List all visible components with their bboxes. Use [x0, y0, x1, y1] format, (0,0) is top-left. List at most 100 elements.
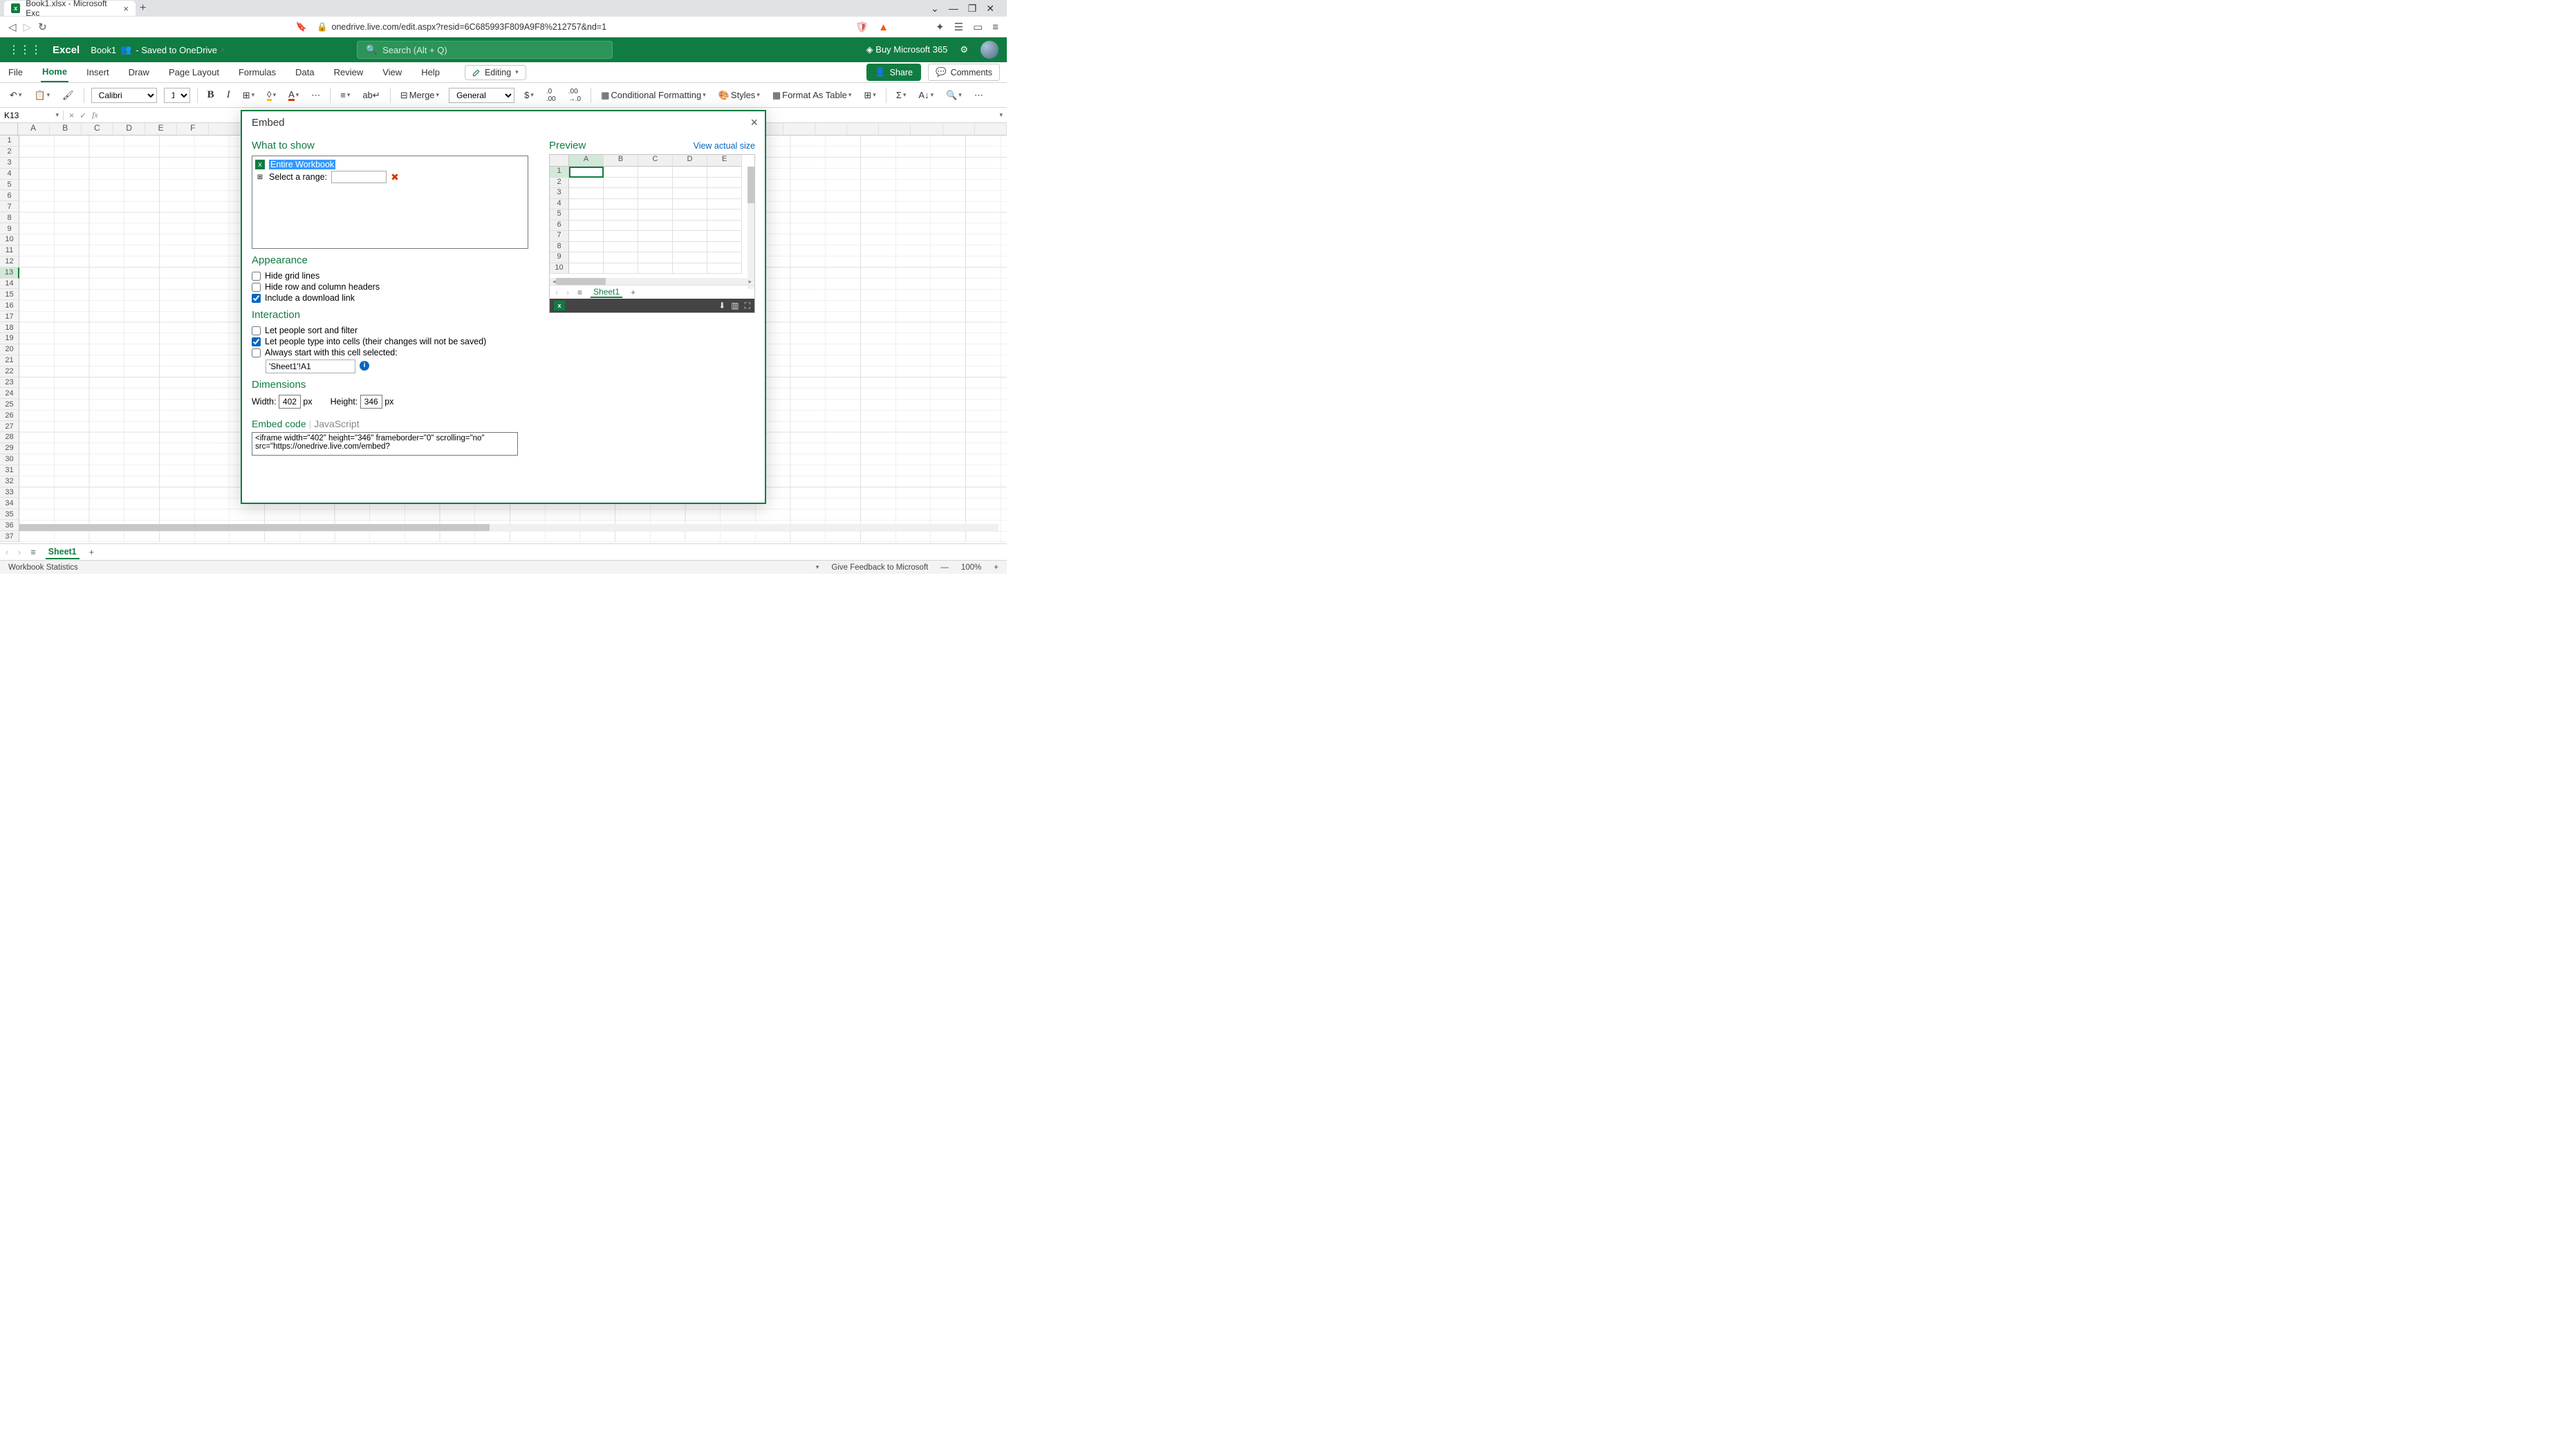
preview-sheet-tab[interactable]: Sheet1	[591, 287, 622, 298]
file-breadcrumb[interactable]: Book1 👥 - Saved to OneDrive ▾	[91, 44, 224, 55]
select-range-option[interactable]: ⊞ Select a range: ✖	[255, 170, 525, 184]
merge-button[interactable]: ⊟ Merge ▾	[398, 88, 442, 102]
row-header[interactable]: 37	[0, 531, 19, 542]
tab-review[interactable]: Review	[333, 63, 365, 82]
row-header[interactable]: 21	[0, 355, 19, 366]
row-header[interactable]: 11	[0, 245, 19, 256]
tab-close-icon[interactable]: ×	[123, 3, 129, 14]
row-header[interactable]: 20	[0, 344, 19, 355]
preview-hscrollbar[interactable]: ◂▸	[550, 278, 754, 285]
row-header[interactable]: 16	[0, 300, 19, 311]
name-box[interactable]: K13 ▾	[0, 111, 64, 120]
bold-button[interactable]: B	[205, 88, 217, 102]
row-header[interactable]: 24	[0, 388, 19, 399]
row-header[interactable]: 7	[0, 201, 19, 212]
more-toolbar-icon[interactable]: ⋯	[972, 88, 986, 102]
decrease-decimal-button[interactable]: .00→.0	[566, 86, 584, 104]
find-button[interactable]: 🔍▾	[943, 88, 965, 102]
include-download-checkbox[interactable]: Include a download link	[252, 292, 528, 304]
zoom-out-icon[interactable]: —	[940, 563, 949, 572]
select-all-corner[interactable]	[0, 123, 18, 135]
type-into-cells-checkbox[interactable]: Let people type into cells (their change…	[252, 336, 528, 347]
height-input[interactable]	[360, 395, 382, 409]
bookmark-icon[interactable]: 🔖	[296, 21, 307, 32]
minimize-icon[interactable]: —	[949, 3, 958, 15]
row-header[interactable]: 8	[0, 212, 19, 223]
next-sheet-icon[interactable]: ›	[18, 548, 21, 557]
app-launcher-icon[interactable]: ⋮⋮⋮	[8, 43, 41, 57]
browser-tab[interactable]: x Book1.xlsx - Microsoft Exc ×	[4, 1, 136, 16]
entire-workbook-option[interactable]: x Entire Workbook	[255, 159, 525, 170]
hide-gridlines-checkbox[interactable]: Hide grid lines	[252, 270, 528, 281]
preview-vscrollbar[interactable]	[748, 167, 754, 289]
tab-file[interactable]: File	[7, 63, 24, 82]
width-input[interactable]	[279, 395, 301, 409]
back-icon[interactable]: ◁	[8, 21, 17, 33]
status-menu-icon[interactable]: ▾	[816, 563, 819, 571]
tab-home[interactable]: Home	[41, 62, 68, 82]
increase-decimal-button[interactable]: .0.00	[544, 86, 559, 104]
row-header[interactable]: 4	[0, 169, 19, 180]
start-cell-input[interactable]	[266, 360, 355, 373]
workbook-statistics-button[interactable]: Workbook Statistics	[8, 563, 78, 572]
preview-next-icon[interactable]: ›	[566, 288, 569, 297]
row-header[interactable]: 26	[0, 410, 19, 421]
row-header[interactable]: 2	[0, 147, 19, 158]
column-header[interactable]: A	[18, 123, 50, 135]
autosum-button[interactable]: Σ▾	[893, 88, 909, 102]
comments-button[interactable]: 💬 Comments	[928, 64, 1000, 81]
row-header[interactable]: 33	[0, 487, 19, 498]
row-header[interactable]: 17	[0, 311, 19, 322]
brave-icon[interactable]: ▲	[878, 21, 889, 33]
border-button[interactable]: ⊞▾	[240, 88, 257, 102]
tab-formulas[interactable]: Formulas	[237, 63, 277, 82]
paste-button[interactable]: 📋▾	[31, 88, 53, 102]
currency-button[interactable]: $▾	[521, 88, 537, 102]
extensions-icon[interactable]: ✦	[936, 21, 945, 33]
forward-icon[interactable]: ▷	[24, 21, 32, 33]
row-header[interactable]: 13	[0, 268, 19, 279]
row-header[interactable]: 19	[0, 333, 19, 344]
number-format-select[interactable]: General	[449, 88, 514, 103]
insert-cells-button[interactable]: ⊞▾	[861, 88, 878, 102]
maximize-icon[interactable]: ❐	[968, 3, 977, 15]
close-window-icon[interactable]: ✕	[986, 3, 994, 15]
sheet-tab[interactable]: Sheet1	[46, 545, 80, 559]
preview-add-sheet-icon[interactable]: +	[631, 288, 635, 297]
row-header[interactable]: 22	[0, 366, 19, 377]
all-sheets-icon[interactable]: ≡	[30, 548, 35, 557]
column-header[interactable]	[209, 123, 241, 135]
info-icon[interactable]: i	[360, 361, 369, 371]
row-header[interactable]: 5	[0, 180, 19, 191]
row-header[interactable]: 18	[0, 322, 19, 333]
menu-icon[interactable]: ≡	[992, 21, 999, 33]
column-header[interactable]: F	[177, 123, 209, 135]
what-to-show-listbox[interactable]: x Entire Workbook ⊞ Select a range: ✖	[252, 156, 528, 249]
always-start-cell-checkbox[interactable]: Always start with this cell selected:	[252, 347, 528, 358]
feedback-link[interactable]: Give Feedback to Microsoft	[831, 563, 928, 572]
fill-color-button[interactable]: ◊▾	[264, 88, 279, 102]
row-header[interactable]: 30	[0, 454, 19, 465]
styles-button[interactable]: 🎨 Styles ▾	[716, 88, 763, 102]
new-tab-button[interactable]: +	[140, 2, 146, 15]
row-header[interactable]: 27	[0, 421, 19, 432]
row-header[interactable]: 32	[0, 476, 19, 487]
dialog-close-icon[interactable]: ×	[750, 115, 758, 130]
preview-prev-icon[interactable]: ‹	[555, 288, 558, 297]
row-header[interactable]: 28	[0, 432, 19, 443]
prev-sheet-icon[interactable]: ‹	[6, 548, 8, 557]
settings-icon[interactable]: ⚙	[960, 44, 968, 55]
preview-sheets-icon[interactable]: ≡	[577, 288, 582, 297]
column-header[interactable]: D	[113, 123, 145, 135]
add-sheet-icon[interactable]: +	[89, 548, 94, 557]
tab-help[interactable]: Help	[420, 63, 441, 82]
row-header[interactable]: 3	[0, 158, 19, 169]
row-header[interactable]: 12	[0, 256, 19, 268]
undo-button[interactable]: ↶▾	[7, 88, 24, 102]
expand-formula-icon[interactable]: ▾	[995, 111, 1007, 119]
wallet-icon[interactable]: ▭	[973, 21, 983, 33]
reload-icon[interactable]: ↻	[38, 21, 47, 33]
row-header[interactable]: 6	[0, 190, 19, 201]
column-header[interactable]: B	[50, 123, 82, 135]
row-header[interactable]: 31	[0, 465, 19, 476]
